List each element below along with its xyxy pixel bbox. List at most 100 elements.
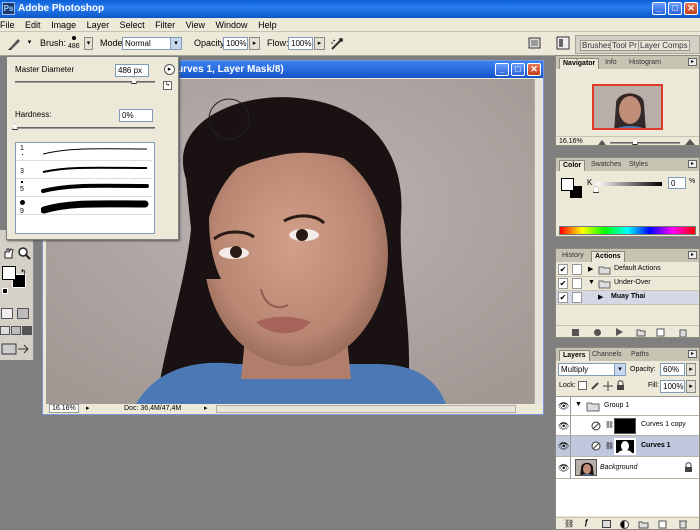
menu-help[interactable]: Help xyxy=(253,18,280,32)
trash-icon[interactable] xyxy=(678,328,688,337)
hardness-slider[interactable] xyxy=(15,127,155,129)
lock-image-icon[interactable] xyxy=(590,381,600,391)
brush-menu-icon[interactable]: ▸ xyxy=(164,64,175,75)
trash-icon[interactable] xyxy=(678,519,688,529)
palette-well-tab-tool-presets[interactable]: Tool Pr xyxy=(610,40,639,51)
hand-tool-icon[interactable] xyxy=(2,246,16,260)
fill-arrow-icon[interactable]: ▸ xyxy=(686,380,696,393)
standard-mode-icon[interactable] xyxy=(1,308,13,319)
panel-menu-icon[interactable]: ▸ xyxy=(688,160,697,168)
new-preset-icon[interactable]: ↳ xyxy=(163,81,172,90)
toggle-palettes-icon[interactable] xyxy=(556,36,570,50)
new-action-icon[interactable] xyxy=(656,328,666,337)
link-icon[interactable]: ⛓ xyxy=(605,421,614,429)
airbrush-icon[interactable] xyxy=(329,36,345,52)
new-layer-icon[interactable] xyxy=(658,520,668,529)
preset-list-scrollbar[interactable]: ▴ ▾ xyxy=(154,143,155,234)
layer-row-curves-copy[interactable]: 👁 ⛓ Curves 1 copy xyxy=(556,416,699,436)
record-icon[interactable] xyxy=(594,329,601,336)
link-icon[interactable]: ⛓ xyxy=(605,442,614,450)
tab-channels[interactable]: Channels xyxy=(589,350,625,361)
dialog-toggle-icon[interactable] xyxy=(572,278,582,289)
toggle-check-icon[interactable]: ✔ xyxy=(558,292,568,303)
fill-input[interactable]: 100% xyxy=(660,380,685,393)
brush-picker-dropdown-icon[interactable]: ▾ xyxy=(84,37,93,50)
panel-menu-icon[interactable]: ▸ xyxy=(688,350,697,358)
navigator-zoom-value[interactable]: 16.16% xyxy=(559,138,583,145)
brush-preset-list[interactable]: 1 3 5 9 ▴ ▾ xyxy=(15,142,155,234)
panel-menu-icon[interactable]: ▸ xyxy=(688,251,697,259)
list-item[interactable]: 9 xyxy=(16,197,152,215)
expand-arrow-icon[interactable]: ▼ xyxy=(575,401,582,408)
doc-minimize-icon[interactable]: _ xyxy=(495,63,509,76)
navigator-zoom-slider[interactable] xyxy=(610,142,680,144)
collapse-arrow-icon[interactable]: ▶ xyxy=(588,265,593,273)
play-icon[interactable] xyxy=(616,328,623,336)
list-item[interactable]: ✔ ▼ Under-Over xyxy=(556,277,699,291)
palette-well-tab-brushes[interactable]: Brushes xyxy=(580,40,614,51)
lock-position-icon[interactable] xyxy=(603,381,613,391)
new-adjustment-layer-icon[interactable] xyxy=(620,520,629,529)
tab-histogram[interactable]: Histogram xyxy=(626,58,664,69)
list-item[interactable]: ✔ ▶ Default Actions xyxy=(556,263,699,277)
mode-select[interactable]: Normal ▾ xyxy=(122,37,182,50)
stop-icon[interactable] xyxy=(572,329,579,336)
menu-window[interactable]: Window xyxy=(211,18,251,32)
document-horizontal-scrollbar[interactable] xyxy=(216,405,516,413)
menu-filter[interactable]: Filter xyxy=(150,18,178,32)
palette-well-tab-layer-comps[interactable]: Layer Comps xyxy=(638,40,690,51)
link-layers-icon[interactable]: ⛓ xyxy=(564,519,574,528)
master-diameter-input[interactable]: 486 px xyxy=(115,64,149,77)
close-icon[interactable]: ✕ xyxy=(684,2,698,15)
screen-mode-standard-icon[interactable] xyxy=(0,326,10,335)
zoom-tool-icon[interactable] xyxy=(17,246,31,260)
tab-navigator[interactable]: Navigator xyxy=(559,58,600,69)
zoom-in-icon[interactable] xyxy=(684,138,696,146)
list-item[interactable]: ✔ ▶ Muay Thai xyxy=(556,291,699,305)
flow-input[interactable]: 100% xyxy=(288,37,313,50)
status-arrow-icon[interactable]: ▸ xyxy=(204,404,208,414)
tab-styles[interactable]: Styles xyxy=(626,160,651,171)
lock-transparency-icon[interactable] xyxy=(578,381,587,390)
quick-mask-mode-icon[interactable] xyxy=(17,308,29,319)
status-menu-icon[interactable]: ▸ xyxy=(86,404,90,414)
layer-mask-thumbnail[interactable] xyxy=(614,438,636,455)
dialog-toggle-icon[interactable] xyxy=(572,264,582,275)
list-item[interactable]: 1 xyxy=(16,143,152,161)
jump-to-imageready-icon[interactable] xyxy=(1,342,31,356)
eye-icon[interactable]: 👁 xyxy=(558,441,569,452)
toggle-check-icon[interactable]: ✔ xyxy=(558,278,568,289)
menu-layer[interactable]: Layer xyxy=(82,18,113,32)
menu-image[interactable]: Image xyxy=(46,18,79,32)
layer-row-background[interactable]: 👁 Background xyxy=(556,457,699,479)
panel-menu-icon[interactable]: ▸ xyxy=(688,58,697,66)
menu-select[interactable]: Select xyxy=(115,18,148,32)
doc-close-icon[interactable]: ✕ xyxy=(527,63,541,76)
k-channel-thumb[interactable] xyxy=(593,186,599,193)
swap-colors-icon[interactable]: ↰ xyxy=(20,268,27,277)
expand-arrow-icon[interactable]: ▼ xyxy=(588,279,595,286)
layer-mask-thumbnail[interactable] xyxy=(614,418,636,434)
blend-mode-select[interactable]: Multiply ▾ xyxy=(558,363,626,376)
collapse-arrow-icon[interactable]: ▶ xyxy=(598,293,603,301)
menu-edit[interactable]: Edit xyxy=(20,18,44,32)
eye-icon[interactable]: 👁 xyxy=(558,463,569,474)
layer-style-icon[interactable]: ƒ xyxy=(584,518,588,527)
new-set-icon[interactable] xyxy=(636,328,646,337)
toggle-check-icon[interactable]: ✔ xyxy=(558,264,568,275)
layer-row-group[interactable]: 👁 ▼ Group 1 xyxy=(556,397,699,416)
zoom-field[interactable]: 16.16% xyxy=(49,404,79,413)
hardness-input[interactable]: 0% xyxy=(119,109,153,122)
doc-maximize-icon[interactable]: □ xyxy=(511,63,525,76)
new-group-icon[interactable] xyxy=(638,520,649,529)
foreground-color-swatch[interactable] xyxy=(2,266,16,280)
tab-info[interactable]: Info xyxy=(602,58,620,69)
tab-paths[interactable]: Paths xyxy=(628,350,652,361)
document-vertical-scrollbar[interactable] xyxy=(534,79,542,404)
tab-swatches[interactable]: Swatches xyxy=(588,160,624,171)
menu-file[interactable]: File xyxy=(0,18,18,32)
screen-mode-full-icon[interactable] xyxy=(22,326,32,335)
eye-icon[interactable]: 👁 xyxy=(558,401,569,412)
list-item[interactable]: 3 xyxy=(16,161,152,179)
brush-tool-icon[interactable] xyxy=(6,36,22,52)
